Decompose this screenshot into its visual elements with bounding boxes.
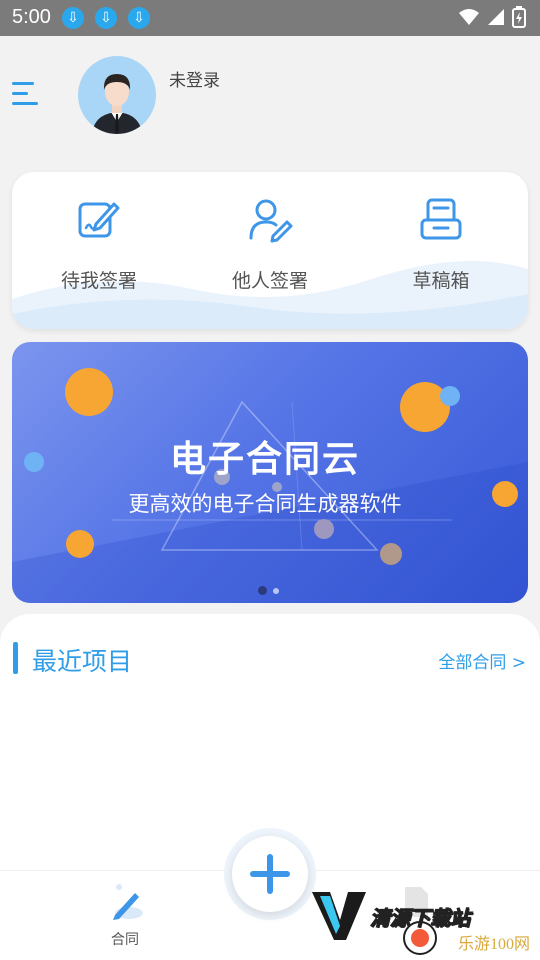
- avatar[interactable]: [78, 56, 156, 134]
- watermark-text-2: 乐游100网: [458, 936, 531, 953]
- add-contract-button[interactable]: [232, 836, 308, 912]
- signal-icon: [488, 9, 504, 25]
- nav-item-contract[interactable]: 合同: [100, 881, 150, 949]
- chevron-right-icon: >: [511, 653, 526, 673]
- sign-pen-icon: [78, 202, 120, 238]
- pagination-dot: [273, 587, 279, 594]
- promo-banner[interactable]: 电子合同云 更高效的电子合同生成器软件: [12, 342, 528, 603]
- download-icon: ⇩: [62, 7, 84, 29]
- quick-action-label: 他人签署: [231, 270, 308, 292]
- plus-icon: [250, 854, 290, 894]
- watermark-text-1: 清源下载站: [370, 906, 471, 931]
- status-icons: [458, 6, 526, 28]
- section-accent-bar: [13, 642, 18, 674]
- quick-action-to-sign[interactable]: 待我签署: [24, 194, 174, 293]
- person-edit-icon: [249, 199, 293, 243]
- user-avatar-icon: [92, 74, 142, 134]
- download-icon: ⇩: [95, 7, 117, 29]
- quick-action-others-sign[interactable]: 他人签署: [195, 194, 345, 293]
- quick-actions-card: 待我签署 他人签署 草稿箱: [12, 172, 528, 329]
- status-time: 5:00: [12, 6, 51, 28]
- draft-box-icon: [420, 198, 462, 240]
- status-bar: 5:00 ⇩ ⇩ ⇩: [0, 0, 540, 36]
- nav-label-contract: 合同: [111, 932, 139, 948]
- contract-pen-icon: [113, 884, 143, 920]
- wifi-icon: [459, 9, 479, 25]
- recent-projects-title: 最近项目: [32, 647, 133, 676]
- pagination-dot-active: [258, 586, 267, 595]
- quick-action-label: 待我签署: [60, 270, 137, 292]
- download-icon: ⇩: [128, 7, 150, 29]
- banner-subtitle: 更高效的电子合同生成器软件: [128, 492, 402, 516]
- menu-button[interactable]: [12, 82, 42, 108]
- battery-charging-icon: [512, 6, 526, 28]
- quick-action-drafts[interactable]: 草稿箱: [366, 194, 516, 293]
- banner-title: 电子合同云: [169, 439, 360, 480]
- banner-pagination: [258, 586, 279, 595]
- watermark: 清源下载站 乐游100网: [308, 886, 540, 960]
- all-contracts-link[interactable]: 全部合同 >: [438, 648, 526, 673]
- login-status[interactable]: 未登录: [169, 66, 220, 91]
- fab-wrapper: [224, 828, 316, 920]
- all-contracts-label: 全部合同: [438, 653, 507, 673]
- quick-action-label: 草稿箱: [412, 270, 470, 292]
